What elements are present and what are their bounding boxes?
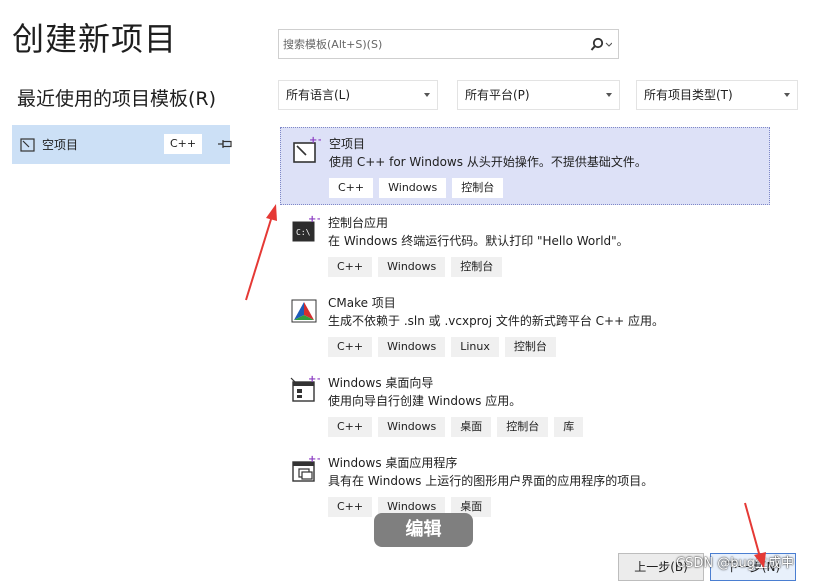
template-description: 在 Windows 终端运行代码。默认打印 "Hello World"。: [328, 234, 629, 248]
template-tag: Linux: [451, 337, 499, 357]
language-filter-label: 所有语言(L): [286, 88, 351, 102]
empty-project-icon: ++: [293, 135, 321, 163]
template-description: 生成不依赖于 .sln 或 .vcxproj 文件的新式跨平台 C++ 应用。: [328, 314, 664, 328]
template-console-app[interactable]: C:\ ++ 控制台应用 在 Windows 终端运行代码。默认打印 "Hell…: [280, 207, 770, 285]
edit-overlay-label: 编辑: [374, 513, 473, 547]
template-name: CMake 项目: [328, 296, 396, 310]
svg-text:++: ++: [309, 135, 321, 146]
template-windows-desktop-app[interactable]: ++ Windows 桌面应用程序 具有在 Windows 上运行的图形用户界面…: [280, 447, 770, 525]
empty-project-icon: [20, 138, 35, 152]
watermark: CSDN @bug生成中: [676, 556, 794, 571]
template-description: 具有在 Windows 上运行的图形用户界面的应用程序的项目。: [328, 474, 654, 488]
template-tag: 控制台: [504, 337, 556, 357]
template-tag: Windows: [378, 417, 446, 437]
template-tag: Windows: [378, 337, 446, 357]
platform-filter[interactable]: 所有平台(P): [457, 80, 620, 110]
project-type-filter-label: 所有项目类型(T): [644, 88, 733, 102]
console-app-icon: C:\ ++: [292, 214, 320, 242]
cmake-icon: [291, 299, 317, 323]
template-tag: C++: [329, 178, 374, 198]
page-title: 创建新项目: [12, 20, 178, 58]
platform-filter-label: 所有平台(P): [465, 88, 530, 102]
chevron-down-icon: [784, 93, 790, 97]
template-empty-project[interactable]: ++ 空项目 使用 C++ for Windows 从头开始操作。不提供基础文件…: [280, 127, 770, 205]
template-name: Windows 桌面应用程序: [328, 456, 458, 470]
svg-text:++: ++: [308, 214, 320, 225]
template-name: Windows 桌面向导: [328, 376, 434, 390]
template-name: 控制台应用: [328, 216, 389, 230]
template-description: 使用 C++ for Windows 从头开始操作。不提供基础文件。: [329, 155, 647, 169]
desktop-app-icon: ++: [292, 454, 320, 482]
template-cmake-project[interactable]: CMake 项目 生成不依赖于 .sln 或 .vcxproj 文件的新式跨平台…: [280, 287, 770, 365]
language-filter[interactable]: 所有语言(L): [278, 80, 438, 110]
svg-text:C:\: C:\: [296, 228, 311, 237]
template-tag: 控制台: [452, 178, 504, 198]
template-tag: C++: [328, 337, 373, 357]
search-icon[interactable]: [590, 37, 612, 53]
template-windows-desktop-wizard[interactable]: ++ Windows 桌面向导 使用向导自行创建 Windows 应用。 C++…: [280, 367, 770, 445]
recent-item-label: 空项目: [42, 138, 79, 152]
recent-item-tag: C++: [164, 134, 202, 154]
chevron-down-icon: [606, 93, 612, 97]
project-type-filter[interactable]: 所有项目类型(T): [636, 80, 798, 110]
template-tag: 控制台: [497, 417, 549, 437]
pin-icon[interactable]: [218, 138, 232, 150]
search-box[interactable]: [278, 29, 619, 59]
chevron-down-icon: [424, 93, 430, 97]
template-tag: C++: [328, 417, 373, 437]
template-tag: C++: [328, 257, 373, 277]
desktop-wizard-icon: ++: [290, 374, 320, 402]
template-tag: Windows: [378, 257, 446, 277]
recent-item-empty-project[interactable]: 空项目 C++: [12, 125, 232, 164]
annotation-arrow-up: [245, 204, 277, 301]
template-tag: 控制台: [451, 257, 503, 277]
svg-text:++: ++: [308, 374, 320, 385]
search-input[interactable]: [283, 34, 583, 54]
svg-text:++: ++: [308, 454, 320, 465]
recent-templates-title: 最近使用的项目模板(R): [17, 88, 217, 110]
template-tag: 库: [554, 417, 584, 437]
template-description: 使用向导自行创建 Windows 应用。: [328, 394, 522, 408]
template-tag: C++: [328, 497, 373, 517]
template-tag: 桌面: [451, 417, 492, 437]
template-tag: Windows: [379, 178, 447, 198]
template-name: 空项目: [329, 137, 366, 151]
